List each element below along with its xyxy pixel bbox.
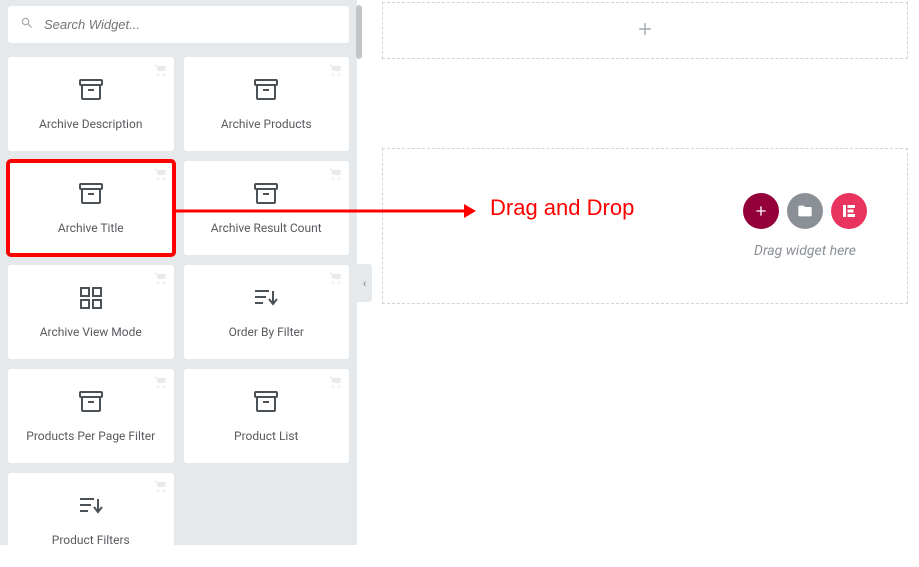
add-section-button[interactable] <box>382 2 908 59</box>
archive-icon <box>78 77 104 103</box>
grid-icon <box>78 285 104 311</box>
chevron-left-icon: ‹ <box>363 277 366 290</box>
widget-label: Archive View Mode <box>40 325 142 339</box>
widget-order-by-filter[interactable]: Order By Filter <box>184 265 350 359</box>
cart-icon <box>154 270 168 284</box>
widget-label: Order By Filter <box>229 325 304 339</box>
cart-icon <box>154 166 168 180</box>
widget-product-filters[interactable]: Product Filters <box>8 473 174 567</box>
archive-icon <box>78 181 104 207</box>
widget-archive-products[interactable]: Archive Products <box>184 57 350 151</box>
widget-sidebar: Archive Description Archive Products Arc… <box>0 0 357 545</box>
scrollbar-thumb[interactable] <box>356 5 362 59</box>
search-icon <box>20 15 34 34</box>
dropzone-hint: Drag widget here <box>754 243 856 259</box>
widgets-grid: Archive Description Archive Products Arc… <box>8 57 349 567</box>
cart-icon <box>329 166 343 180</box>
archive-icon <box>253 181 279 207</box>
elementskit-button[interactable] <box>831 193 867 229</box>
template-library-button[interactable] <box>787 193 823 229</box>
widget-archive-result-count[interactable]: Archive Result Count <box>184 161 350 255</box>
widget-product-list[interactable]: Product List <box>184 369 350 463</box>
archive-icon <box>253 389 279 415</box>
widget-products-per-page-filter[interactable]: Products Per Page Filter <box>8 369 174 463</box>
annotation-text: Drag and Drop <box>490 195 634 221</box>
add-widget-button[interactable] <box>743 193 779 229</box>
cart-icon <box>154 374 168 388</box>
cart-icon <box>154 62 168 76</box>
plus-icon <box>635 19 655 43</box>
widget-archive-description[interactable]: Archive Description <box>8 57 174 151</box>
archive-icon <box>253 77 279 103</box>
search-field-wrap <box>8 6 349 43</box>
collapse-sidebar-button[interactable]: ‹ <box>357 264 372 302</box>
widget-label: Archive Description <box>39 117 142 131</box>
dropzone-buttons <box>743 193 867 229</box>
widget-label: Archive Result Count <box>211 221 322 235</box>
cart-icon <box>329 374 343 388</box>
widget-label: Archive Products <box>221 117 312 131</box>
sort-icon <box>253 285 279 311</box>
cart-icon <box>329 270 343 284</box>
cart-icon <box>154 478 168 492</box>
canvas-area: Drag widget here <box>375 0 915 545</box>
cart-icon <box>329 62 343 76</box>
widget-label: Archive Title <box>58 221 124 235</box>
archive-icon <box>78 389 104 415</box>
widget-label: Products Per Page Filter <box>26 429 155 443</box>
widget-dropzone[interactable]: Drag widget here <box>382 148 908 304</box>
search-input[interactable] <box>44 17 337 32</box>
sort-icon <box>78 493 104 519</box>
widget-label: Product List <box>234 429 298 443</box>
widget-archive-title[interactable]: Archive Title <box>8 161 174 255</box>
widget-archive-view-mode[interactable]: Archive View Mode <box>8 265 174 359</box>
